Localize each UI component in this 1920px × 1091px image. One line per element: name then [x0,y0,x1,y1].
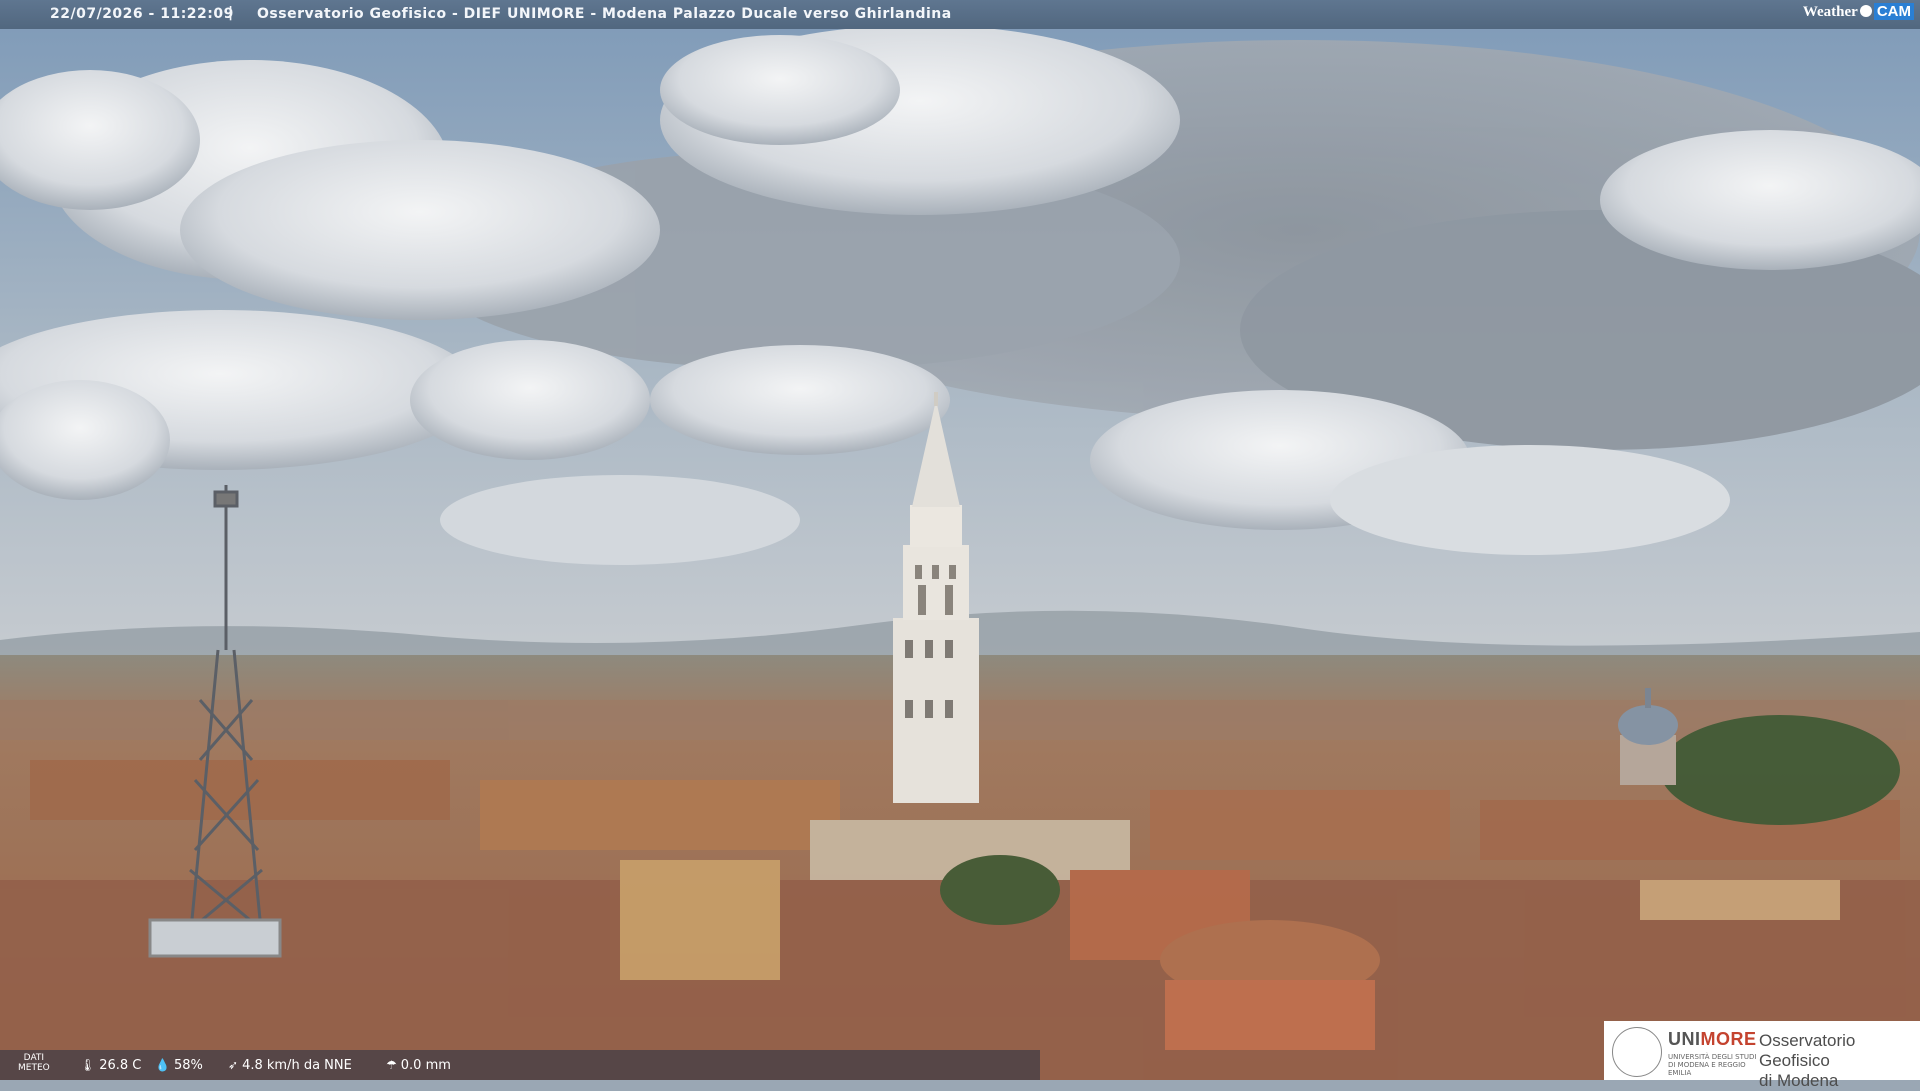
weathercam-logo: Weather CAM [1803,3,1914,21]
unimore-uni: UNI [1668,1029,1701,1049]
header-separator: | [228,5,234,21]
unimore-logo: UNIMORE UNIVERSITÀ DEGLI STUDI DI MODENA… [1604,1021,1920,1090]
rain-reading: ☂ 0.0 mm [386,1058,451,1073]
brand-dot-icon [1859,5,1872,17]
observatory-line1: Osservatorio Geofisico [1759,1031,1856,1070]
meteo-label-line1: DATI [23,1053,45,1063]
observatory-name: Osservatorio Geofisico di Modena [1759,1031,1920,1091]
webcam-header-bar: 22/07/2026 - 11:22:09 | Osservatorio Geo… [0,0,1920,29]
unimore-more: MORE [1700,1029,1757,1049]
humidity-icon: 💧 [155,1058,170,1072]
meteo-label-line2: METEO [18,1063,50,1073]
university-seal-icon [1612,1027,1662,1077]
webcam-image [0,0,1920,1080]
observatory-line2: di Modena [1759,1071,1839,1090]
brand-cam-text: CAM [1873,3,1914,20]
rain-value: 0.0 mm [400,1058,451,1073]
webcam-title: Osservatorio Geofisico - DIEF UNIMORE - … [257,6,952,22]
humidity-value: 58% [173,1058,203,1073]
university-subtitle: UNIVERSITÀ DEGLI STUDI DI MODENA E REGGI… [1668,1053,1757,1077]
humidity-reading: 💧 58% [155,1058,203,1073]
wind-icon: ➶ [228,1058,239,1072]
rain-icon: ☂ [386,1058,397,1072]
thermometer-icon: 🌡 [80,1058,96,1072]
wind-value: 4.8 km/h da NNE [242,1058,352,1073]
meteo-label: DATI METEO [18,1053,50,1073]
temperature-reading: 🌡 26.8 C [80,1058,141,1073]
brand-weather-text: Weather [1802,4,1858,20]
temperature-value: 26.8 C [99,1058,142,1073]
wind-reading: ➶ 4.8 km/h da NNE [228,1058,352,1073]
timestamp: 22/07/2026 - 11:22:09 [50,6,234,22]
unimore-wordmark: UNIMORE [1668,1029,1757,1050]
meteo-data-bar: DATI METEO 🌡 26.8 C 💧 58% ➶ 4.8 km/h da NNE… [0,1050,1040,1080]
